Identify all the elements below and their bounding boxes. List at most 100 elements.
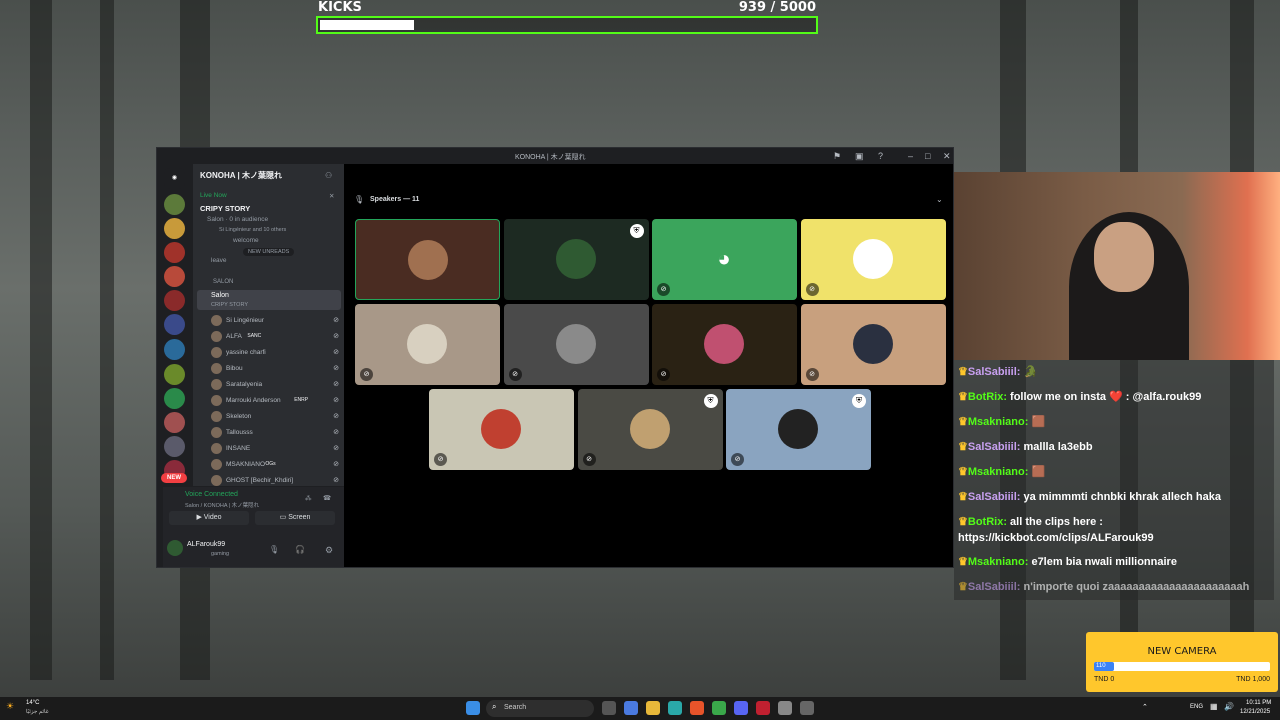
chat-username[interactable]: SalSabiiil: bbox=[968, 491, 1021, 503]
chat-username[interactable]: BotRix: bbox=[968, 391, 1007, 403]
speaker-tile[interactable]: ⊘ bbox=[800, 219, 946, 300]
maximize-button[interactable]: □ bbox=[925, 151, 930, 161]
obs-icon[interactable] bbox=[800, 701, 814, 715]
speaker-tile[interactable]: ⊘ ⛨ bbox=[726, 389, 871, 470]
window-icon[interactable]: ▣ bbox=[855, 151, 864, 162]
event-title[interactable]: CRIPY STORY bbox=[200, 204, 250, 213]
chat-username[interactable]: Msakniano: bbox=[968, 416, 1029, 428]
app-icon[interactable] bbox=[756, 701, 770, 715]
mic-muted-icon: ⊘ bbox=[333, 365, 339, 372]
brave-icon[interactable] bbox=[690, 701, 704, 715]
server-name[interactable]: KONOHA | 木ノ葉隠れ bbox=[200, 170, 282, 181]
noise-suppression-icon[interactable]: ⁂ bbox=[305, 494, 312, 502]
weather-icon[interactable]: ☀ bbox=[6, 701, 14, 712]
help-icon[interactable]: ? bbox=[878, 151, 883, 161]
crown-badge-icon: ♛ bbox=[958, 441, 968, 453]
speaker-tile[interactable]: ⊘ bbox=[652, 304, 797, 385]
close-event-icon[interactable]: ✕ bbox=[329, 192, 334, 200]
chat-username[interactable]: BotRix: bbox=[968, 516, 1007, 528]
clock-date[interactable]: 12/21/2025 bbox=[1240, 709, 1270, 715]
speaker-tile[interactable] bbox=[355, 219, 500, 300]
chat-username[interactable]: SalSabiiil: bbox=[968, 581, 1021, 593]
discord-home-icon[interactable]: ◉ bbox=[164, 168, 185, 189]
file-explorer-icon[interactable] bbox=[646, 701, 660, 715]
video-button[interactable]: ▶ Video bbox=[169, 511, 249, 525]
inbox-icon[interactable]: ⚑ bbox=[833, 151, 841, 162]
stage-channel-name[interactable]: Salon bbox=[211, 292, 229, 299]
minimize-button[interactable]: – bbox=[908, 151, 913, 161]
close-button[interactable]: ✕ bbox=[943, 151, 951, 162]
headphones-icon[interactable]: 🎧 bbox=[295, 545, 305, 554]
server-icon[interactable] bbox=[164, 412, 185, 433]
network-icon[interactable]: ▦ bbox=[1210, 702, 1218, 711]
bg-tree bbox=[100, 0, 114, 680]
server-icon[interactable] bbox=[164, 339, 185, 360]
stage-member[interactable]: Skeleton ⊘ bbox=[211, 410, 343, 424]
server-icon[interactable] bbox=[164, 314, 185, 335]
speaker-tile[interactable]: ◕ ⊘ bbox=[652, 219, 797, 300]
member-name: Skeleton bbox=[226, 413, 252, 420]
mic-muted-icon: ⊘ bbox=[333, 445, 339, 452]
speaker-avatar bbox=[407, 324, 447, 364]
speaker-tile[interactable]: ⊘ ⛨ bbox=[577, 389, 723, 470]
speaker-tile[interactable]: ⊘ bbox=[503, 304, 649, 385]
new-unreads-pill[interactable]: NEW UNREADS bbox=[243, 248, 295, 256]
weather-temp[interactable]: 14°C bbox=[26, 700, 39, 706]
screen-share-button[interactable]: ▭ Screen bbox=[255, 511, 335, 525]
chat-username[interactable]: Msakniano: bbox=[968, 556, 1029, 568]
stage-member[interactable]: GHOST [Bechir_Khdiri] ⊘ bbox=[211, 474, 343, 486]
crown-badge-icon: ♛ bbox=[958, 466, 968, 478]
settings-gear-icon[interactable]: ⚙ bbox=[325, 545, 333, 556]
chat-username[interactable]: SalSabiiil: bbox=[968, 366, 1021, 378]
stage-member[interactable]: INSANE ⊘ bbox=[211, 442, 343, 456]
disconnect-icon[interactable]: ☎ bbox=[323, 494, 331, 502]
voice-channel-name[interactable]: Salon / KONOHA | 木ノ葉隠れ bbox=[185, 501, 259, 509]
user-avatar[interactable] bbox=[167, 540, 183, 556]
speaker-tile[interactable]: ⊘ bbox=[429, 389, 574, 470]
copilot-icon[interactable] bbox=[624, 701, 638, 715]
chat-username[interactable]: Msakniano: bbox=[968, 466, 1029, 478]
moderator-shield-icon: ⛨ bbox=[703, 394, 718, 408]
speaker-tile[interactable]: ⛨ bbox=[503, 219, 649, 300]
task-view-icon[interactable] bbox=[602, 701, 616, 715]
channel-welcome[interactable]: welcome bbox=[233, 237, 259, 244]
discord-taskbar-icon[interactable] bbox=[734, 701, 748, 715]
stage-member[interactable]: Si Lingénieur ⊘ bbox=[211, 314, 343, 328]
volume-icon[interactable]: 🔊 bbox=[1224, 702, 1234, 711]
app-icon[interactable] bbox=[778, 701, 792, 715]
windows-taskbar: ☀ 14°C غائم جزئيًا ⌕ Search ⌃ ENG ▦ 🔊 10… bbox=[0, 697, 1280, 720]
member-avatar bbox=[211, 347, 222, 358]
clock-time[interactable]: 10:11 PM bbox=[1246, 700, 1271, 706]
speaker-tile[interactable]: ⊘ bbox=[355, 304, 500, 385]
stage-member[interactable]: yassine charfi ⊘ bbox=[211, 346, 343, 360]
search-box[interactable]: ⌕ Search bbox=[486, 700, 594, 717]
server-icon[interactable] bbox=[164, 388, 185, 409]
stage-member[interactable]: Bibou ⊘ bbox=[211, 362, 343, 376]
stage-member[interactable]: Tallousss ⊘ bbox=[211, 426, 343, 440]
category-salon[interactable]: SALON bbox=[213, 279, 233, 285]
add-member-icon[interactable]: ⚇ bbox=[325, 171, 332, 180]
edge-icon[interactable] bbox=[668, 701, 682, 715]
language-indicator[interactable]: ENG bbox=[1190, 704, 1203, 710]
server-icon[interactable] bbox=[164, 290, 185, 311]
collapse-chevron-icon[interactable]: ⌄ bbox=[936, 195, 943, 204]
channel-leave[interactable]: leave bbox=[211, 257, 227, 264]
mic-muted-icon: ⊘ bbox=[582, 453, 596, 466]
server-icon[interactable] bbox=[164, 266, 185, 287]
stage-member[interactable]: Saratalyenia ⊘ bbox=[211, 378, 343, 392]
speaker-tile[interactable]: ⊘ bbox=[800, 304, 946, 385]
user-name[interactable]: ALFarouk99 bbox=[187, 541, 225, 548]
server-icon[interactable] bbox=[164, 242, 185, 263]
stage-member[interactable]: ALFA SANC ⊘ bbox=[211, 330, 343, 344]
start-button[interactable] bbox=[466, 701, 480, 715]
server-icon[interactable] bbox=[164, 194, 185, 215]
tray-chevron-icon[interactable]: ⌃ bbox=[1142, 703, 1148, 711]
chat-username[interactable]: SalSabiiil: bbox=[968, 441, 1021, 453]
stage-member[interactable]: Marrouki Anderson ENRP ⊘ bbox=[211, 394, 343, 408]
chrome-icon[interactable] bbox=[712, 701, 726, 715]
server-icon[interactable] bbox=[164, 364, 185, 385]
server-icon[interactable] bbox=[164, 436, 185, 457]
microphone-icon[interactable]: 🎙 bbox=[269, 545, 279, 554]
stage-member[interactable]: MSAKNIANO OGs ⊘ bbox=[211, 458, 343, 472]
server-icon[interactable] bbox=[164, 218, 185, 239]
